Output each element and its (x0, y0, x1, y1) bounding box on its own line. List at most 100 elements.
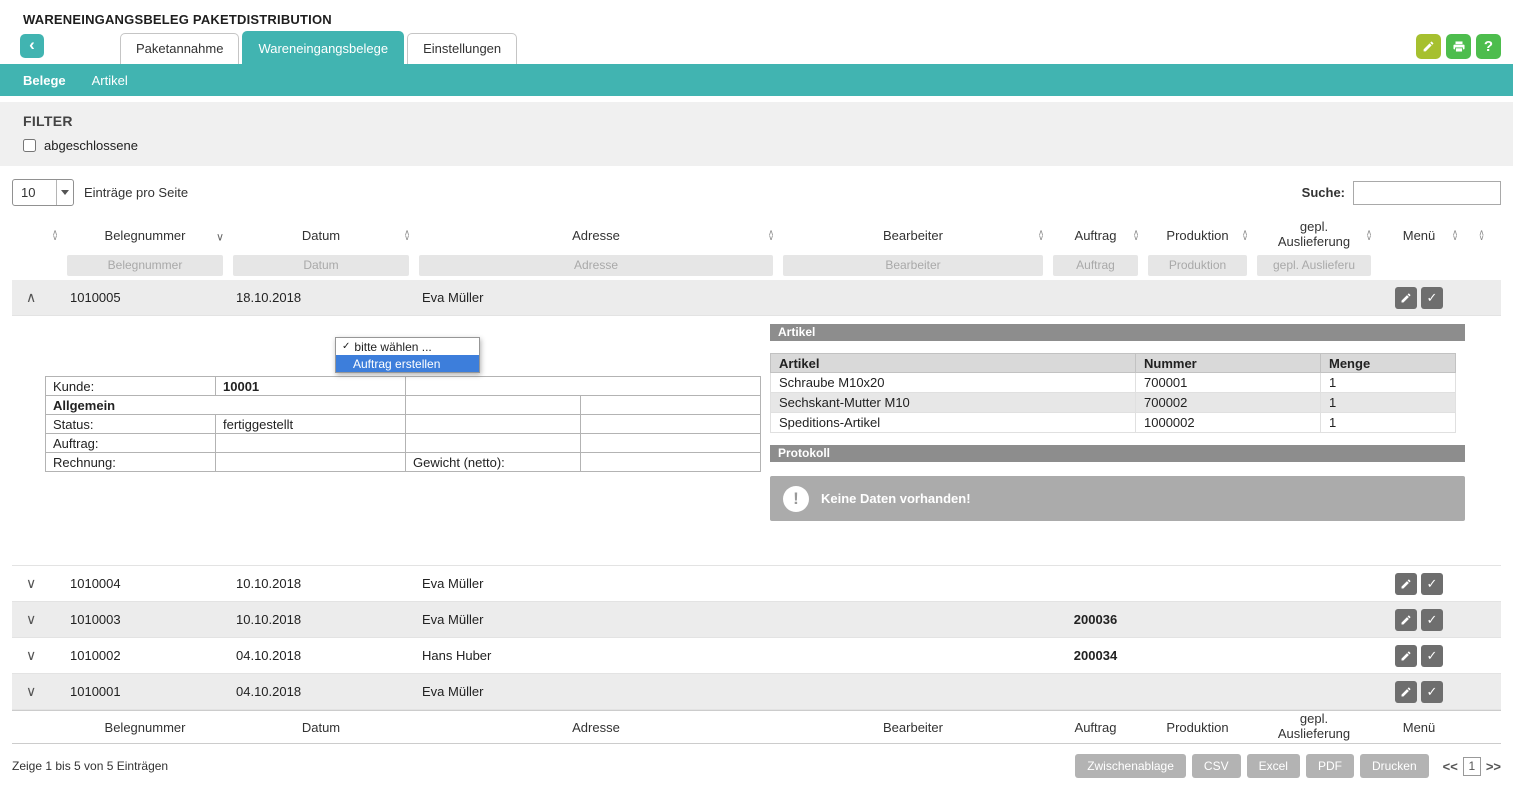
pagination-page-1[interactable]: 1 (1463, 757, 1481, 776)
print-button[interactable] (1446, 34, 1471, 59)
tab-paketannahme[interactable]: Paketannahme (120, 33, 239, 64)
subnav-item-belege[interactable]: Belege (23, 73, 66, 88)
pdf-button[interactable]: PDF (1306, 754, 1354, 778)
kunde-label: Kunde: (46, 377, 216, 396)
cell-datum: 18.10.2018 (228, 290, 414, 305)
filter-panel: FILTER abgeschlossene (0, 102, 1513, 166)
table-controls: 10 Einträge pro Seite Suche: (12, 179, 1501, 206)
pencil-icon (1400, 614, 1412, 626)
csv-button[interactable]: CSV (1192, 754, 1241, 778)
drucken-button[interactable]: Drucken (1360, 754, 1429, 778)
status-value: fertiggestellt (216, 415, 406, 434)
tab-wareneingangsbelege[interactable]: Wareneingangsbelege (242, 31, 404, 64)
sort-icon: ∧∨ (1479, 230, 1485, 240)
complete-row-button[interactable]: ✓ (1421, 681, 1443, 703)
belege-table: ∧∨ Belegnummer ∨ Datum ∧∨ Adresse ∧∨ Bea… (12, 220, 1501, 744)
artikel-row: Sechskant-Mutter M10 700002 1 (771, 393, 1456, 413)
status-label: Status: (46, 415, 216, 434)
abgeschlossene-checkbox[interactable] (23, 139, 36, 152)
artikel-row: Speditions-Artikel 1000002 1 (771, 413, 1456, 433)
entries-info: Zeige 1 bis 5 von 5 Einträgen (12, 759, 168, 773)
edit-row-button[interactable] (1395, 287, 1417, 309)
complete-row-button[interactable]: ✓ (1421, 609, 1443, 631)
edit-row-button[interactable] (1395, 573, 1417, 595)
excel-button[interactable]: Excel (1247, 754, 1300, 778)
cell-auftrag: 200034 (1048, 648, 1143, 663)
subnav-item-artikel[interactable]: Artikel (92, 73, 128, 88)
pagination-next[interactable]: >> (1486, 759, 1501, 774)
column-header-adresse[interactable]: Adresse ∧∨ (414, 220, 778, 250)
column-header-menue[interactable]: Menü ∧∨ (1376, 220, 1462, 250)
table-footer-header: Belegnummer Datum Adresse Bearbeiter Auf… (12, 710, 1501, 744)
zwischenablage-button[interactable]: Zwischenablage (1075, 754, 1186, 778)
sort-icon: ∧∨ (768, 230, 774, 240)
help-button[interactable]: ? (1476, 34, 1501, 59)
expand-row-icon[interactable]: ∨ (26, 647, 36, 663)
cell-adresse: Hans Huber (414, 648, 778, 663)
search-input[interactable] (1353, 181, 1501, 205)
footer-column-belegnummer: Belegnummer (62, 720, 228, 735)
tab-einstellungen[interactable]: Einstellungen (407, 33, 517, 64)
filter-produktion-input[interactable] (1148, 255, 1247, 276)
sort-icon: ∧∨ (1452, 230, 1458, 240)
dropdown-option-bitte-waehlen[interactable]: ✓ bitte wählen ... (336, 338, 479, 355)
table-row: ∨ 1010002 04.10.2018 Hans Huber 200034 ✓ (12, 638, 1501, 674)
artikel-section-header: Artikel (770, 324, 1465, 341)
expand-row-icon[interactable]: ∨ (26, 611, 36, 627)
back-button[interactable]: ‹ (20, 34, 44, 58)
check-icon: ✓ (1427, 612, 1438, 628)
complete-row-button[interactable]: ✓ (1421, 573, 1443, 595)
cell-adresse: Eva Müller (414, 684, 778, 699)
filter-belegnummer-input[interactable] (67, 255, 223, 276)
sort-icon: ∧∨ (1133, 230, 1139, 240)
complete-row-button[interactable]: ✓ (1421, 287, 1443, 309)
beleg-info-table: Kunde: 10001 Allgemein Status: fertigges… (45, 376, 761, 472)
expand-row-icon[interactable]: ∨ (26, 575, 36, 591)
footer-column-bearbeiter: Bearbeiter (778, 720, 1048, 735)
dropdown-option-auftrag-erstellen[interactable]: Auftrag erstellen (336, 355, 479, 372)
column-header-datum[interactable]: Datum ∧∨ (228, 220, 414, 250)
top-icon-buttons: ? (1416, 34, 1501, 59)
complete-row-button[interactable]: ✓ (1421, 645, 1443, 667)
sort-icon: ∧∨ (52, 230, 58, 240)
pagination-prev[interactable]: << (1443, 759, 1458, 774)
cell-belegnummer: 1010003 (62, 612, 228, 627)
abgeschlossene-checkbox-label[interactable]: abgeschlossene (44, 138, 138, 153)
column-header-auftrag[interactable]: Auftrag ∧∨ (1048, 220, 1143, 250)
cell-belegnummer: 1010004 (62, 576, 228, 591)
filter-auftrag-input[interactable] (1053, 255, 1138, 276)
collapse-row-icon[interactable]: ∧ (26, 289, 36, 305)
search-label: Suche: (1302, 185, 1345, 200)
edit-row-button[interactable] (1395, 609, 1417, 631)
allgemein-section-label: Allgemein (46, 396, 406, 415)
column-header-expand[interactable]: ∧∨ (12, 220, 62, 250)
artikel-col-nummer: Nummer (1136, 354, 1321, 373)
edit-row-button[interactable] (1395, 645, 1417, 667)
filter-bearbeiter-input[interactable] (783, 255, 1043, 276)
cell-belegnummer: 1010001 (62, 684, 228, 699)
filter-datum-input[interactable] (233, 255, 409, 276)
artikel-table: Artikel Nummer Menge Schraube M10x20 700… (770, 353, 1456, 433)
edit-row-button[interactable] (1395, 681, 1417, 703)
column-header-gepl-auslieferung[interactable]: gepl.Auslieferung ∧∨ (1252, 220, 1376, 250)
filter-gepl-auslieferung-input[interactable] (1257, 255, 1371, 276)
check-icon: ✓ (1427, 576, 1438, 592)
check-icon: ✓ (342, 341, 350, 352)
help-icon: ? (1484, 38, 1493, 55)
page-size-select[interactable]: 10 (12, 179, 74, 206)
footer-column-produktion: Produktion (1143, 720, 1252, 735)
sort-icon: ∧∨ (1242, 230, 1248, 240)
cell-datum: 04.10.2018 (228, 648, 414, 663)
column-header-bearbeiter[interactable]: Bearbeiter ∧∨ (778, 220, 1048, 250)
artikel-row: Schraube M10x20 700001 1 (771, 373, 1456, 393)
column-header-produktion[interactable]: Produktion ∧∨ (1143, 220, 1252, 250)
protokoll-section-header: Protokoll (770, 445, 1465, 462)
sort-icon: ∧∨ (1366, 230, 1372, 240)
expand-row-icon[interactable]: ∨ (26, 683, 36, 699)
edit-button[interactable] (1416, 34, 1441, 59)
column-header-belegnummer[interactable]: Belegnummer ∨ (62, 220, 228, 250)
filter-adresse-input[interactable] (419, 255, 773, 276)
column-header-extra[interactable]: ∧∨ (1462, 220, 1501, 250)
sort-desc-icon: ∨ (216, 233, 224, 244)
table-header-row: ∧∨ Belegnummer ∨ Datum ∧∨ Adresse ∧∨ Bea… (12, 220, 1501, 250)
